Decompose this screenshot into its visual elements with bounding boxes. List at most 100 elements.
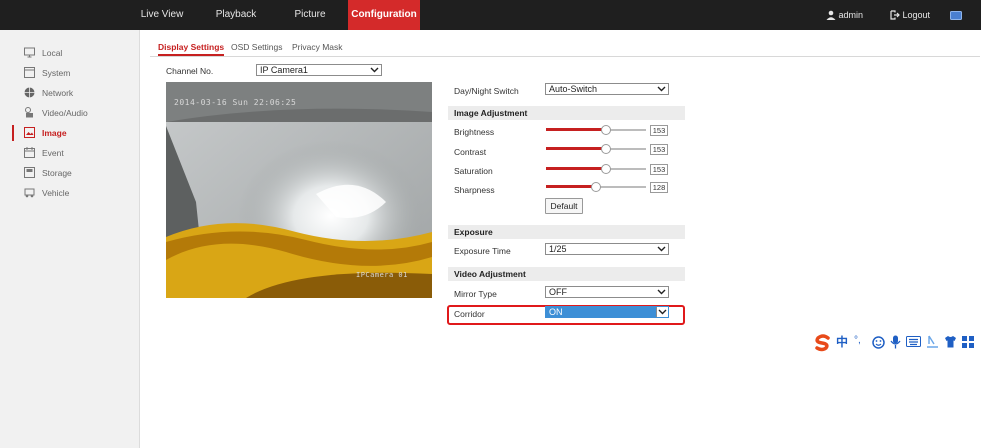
microphone-icon[interactable] bbox=[890, 335, 901, 349]
mirror-type-select[interactable]: OFF bbox=[545, 286, 669, 298]
brightness-value[interactable]: 153 bbox=[650, 125, 668, 136]
channel-select[interactable]: IP Camera1 bbox=[256, 64, 382, 76]
ime-punctuation-toggle[interactable]: °, bbox=[854, 335, 861, 346]
sidebar-item-label: Video/Audio bbox=[42, 108, 88, 118]
slider-fill bbox=[546, 128, 606, 131]
top-navigation-bar: Live View Playback Picture Configuration… bbox=[0, 0, 981, 30]
user-icon bbox=[826, 10, 836, 20]
corridor-select[interactable]: ON bbox=[545, 306, 669, 318]
help-icon bbox=[950, 11, 962, 20]
slider-handle[interactable] bbox=[601, 144, 611, 154]
exposure-time-select[interactable]: 1/25 bbox=[545, 243, 669, 255]
sogou-logo-icon[interactable] bbox=[814, 334, 832, 352]
camera-image bbox=[166, 82, 432, 298]
handwriting-icon[interactable] bbox=[926, 335, 939, 349]
sidebar-item-video-audio[interactable]: Video/Audio bbox=[0, 104, 139, 122]
sidebar-item-vehicle[interactable]: Vehicle bbox=[0, 184, 139, 202]
sidebar-item-label: Storage bbox=[42, 168, 72, 178]
osd-timestamp: 2014-03-16 Sun 22:06:25 bbox=[174, 98, 297, 107]
tab-live-view[interactable]: Live View bbox=[140, 0, 184, 30]
corridor-value: ON bbox=[549, 307, 563, 317]
sidebar-item-label: Local bbox=[42, 48, 63, 58]
image-icon bbox=[24, 127, 35, 138]
sidebar-item-local[interactable]: Local bbox=[0, 44, 139, 62]
help-button[interactable] bbox=[950, 0, 962, 30]
logout-label: Logout bbox=[902, 10, 931, 20]
brightness-label: Brightness bbox=[454, 127, 495, 137]
sidebar-item-label: Vehicle bbox=[42, 188, 70, 198]
chevron-down-icon bbox=[657, 86, 666, 92]
sidebar: Local System Network Video/Audio Image E… bbox=[0, 30, 140, 448]
tab-privacy-mask[interactable]: Privacy Mask bbox=[292, 40, 343, 56]
chevron-down-icon bbox=[657, 289, 666, 295]
sharpness-slider[interactable] bbox=[546, 182, 646, 192]
saturation-slider[interactable] bbox=[546, 164, 646, 174]
day-night-select[interactable]: Auto-Switch bbox=[545, 83, 669, 95]
sidebar-item-label: Network bbox=[42, 88, 74, 98]
dropdown-button[interactable] bbox=[656, 307, 668, 317]
toolbox-icon[interactable] bbox=[962, 336, 974, 348]
day-night-value: Auto-Switch bbox=[549, 84, 598, 94]
channel-value: IP Camera1 bbox=[260, 65, 308, 75]
channel-label: Channel No. bbox=[166, 66, 214, 76]
chevron-down-icon bbox=[658, 309, 667, 315]
slider-fill bbox=[546, 147, 606, 150]
logout-button[interactable]: Logout bbox=[890, 0, 930, 30]
live-video-preview: 2014-03-16 Sun 22:06:25 IPCamera 01 bbox=[166, 82, 432, 298]
osd-camera-name: IPCamera 01 bbox=[356, 271, 408, 279]
chevron-down-icon bbox=[657, 246, 666, 252]
sidebar-item-label: Event bbox=[42, 148, 64, 158]
exposure-time-value: 1/25 bbox=[549, 244, 567, 254]
mirror-type-value: OFF bbox=[549, 287, 567, 297]
default-button[interactable]: Default bbox=[545, 198, 583, 214]
sidebar-item-network[interactable]: Network bbox=[0, 84, 139, 102]
sharpness-label: Sharpness bbox=[454, 185, 495, 195]
saturation-label: Saturation bbox=[454, 166, 493, 176]
ime-language-toggle[interactable]: 中 bbox=[836, 333, 848, 350]
image-adjustment-header: Image Adjustment bbox=[448, 106, 685, 120]
day-night-label: Day/Night Switch bbox=[454, 86, 519, 96]
chevron-down-icon bbox=[370, 67, 379, 73]
user-menu[interactable]: admin bbox=[826, 0, 863, 30]
tab-display-settings[interactable]: Display Settings bbox=[158, 40, 225, 56]
saturation-value[interactable]: 153 bbox=[650, 164, 668, 175]
tab-configuration[interactable]: Configuration bbox=[348, 0, 420, 30]
sidebar-item-storage[interactable]: Storage bbox=[0, 164, 139, 182]
tab-picture[interactable]: Picture bbox=[285, 0, 335, 30]
storage-icon bbox=[24, 167, 35, 178]
video-adjustment-header: Video Adjustment bbox=[448, 267, 685, 281]
skin-icon[interactable] bbox=[944, 335, 957, 348]
slider-handle[interactable] bbox=[591, 182, 601, 192]
corridor-label: Corridor bbox=[454, 309, 485, 319]
slider-fill bbox=[546, 167, 606, 170]
slider-handle[interactable] bbox=[601, 164, 611, 174]
video-audio-icon bbox=[25, 107, 33, 118]
username: admin bbox=[838, 10, 864, 20]
network-icon bbox=[24, 87, 35, 98]
contrast-value[interactable]: 153 bbox=[650, 144, 668, 155]
ime-toolbar: 中 °, bbox=[814, 333, 979, 353]
sub-tab-bar: Display Settings OSD Settings Privacy Ma… bbox=[150, 40, 980, 57]
contrast-slider[interactable] bbox=[546, 144, 646, 154]
mirror-type-label: Mirror Type bbox=[454, 289, 497, 299]
sidebar-item-image[interactable]: Image bbox=[0, 124, 139, 142]
sharpness-value[interactable]: 128 bbox=[650, 182, 668, 193]
contrast-label: Contrast bbox=[454, 147, 487, 157]
slider-fill bbox=[546, 185, 596, 188]
emoji-icon[interactable] bbox=[872, 336, 885, 349]
sidebar-item-label: System bbox=[42, 68, 71, 78]
sidebar-item-event[interactable]: Event bbox=[0, 144, 139, 162]
brightness-slider[interactable] bbox=[546, 125, 646, 135]
exposure-header: Exposure bbox=[448, 225, 685, 239]
sidebar-item-label: Image bbox=[42, 128, 67, 138]
vehicle-icon bbox=[24, 188, 35, 198]
system-icon bbox=[24, 67, 35, 78]
sidebar-item-system[interactable]: System bbox=[0, 64, 139, 82]
tab-osd-settings[interactable]: OSD Settings bbox=[231, 40, 283, 56]
exposure-time-label: Exposure Time bbox=[454, 246, 511, 256]
tab-playback[interactable]: Playback bbox=[210, 0, 262, 30]
slider-handle[interactable] bbox=[601, 125, 611, 135]
keyboard-icon[interactable] bbox=[906, 336, 921, 347]
event-icon bbox=[24, 147, 35, 158]
logout-icon bbox=[890, 10, 900, 20]
